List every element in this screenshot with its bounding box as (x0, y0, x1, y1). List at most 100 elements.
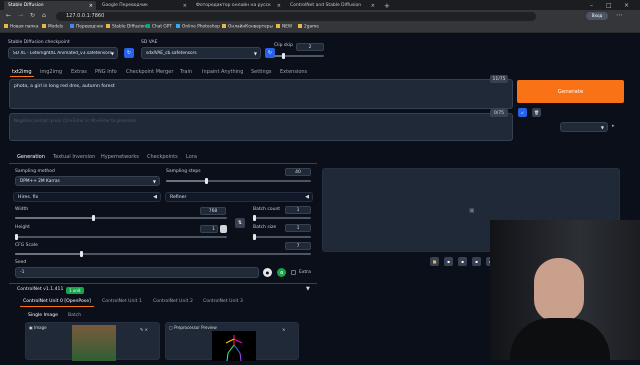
bookmark-item[interactable]: 2game (298, 24, 319, 30)
controlnet-title[interactable]: ControlNet v1.1.411 (17, 287, 63, 292)
tab-txt2img[interactable]: txt2img (12, 69, 32, 75)
tab-generation[interactable]: Generation (17, 154, 45, 160)
maximize-button[interactable]: □ (602, 1, 616, 10)
reuse-seed-button[interactable]: ♻ (277, 268, 286, 277)
close-icon[interactable]: × (183, 3, 187, 9)
forward-icon[interactable]: → (18, 12, 23, 19)
tab-extras[interactable]: Extras (71, 69, 87, 75)
bookmark-item[interactable]: Переводчик (70, 24, 103, 30)
home-icon[interactable]: ⌂ (42, 12, 46, 19)
back-icon[interactable]: ← (6, 12, 11, 19)
bookmark-item[interactable]: ОнлайнКонвертеры (222, 24, 273, 30)
batch-size-input[interactable]: 1 (285, 224, 311, 232)
styles-select[interactable]: ▼ (560, 122, 608, 132)
tab-batch[interactable]: Batch (68, 313, 81, 318)
tab-png-info[interactable]: PNG Info (95, 69, 117, 75)
tab-train[interactable]: Train (180, 69, 192, 75)
sampling-steps-input[interactable]: 40 (285, 168, 311, 176)
tab-checkpoint-merger[interactable]: Checkpoint Merger (126, 69, 173, 75)
browser-tab-photo-editor[interactable]: Фоторедактор онлайн на русск × (192, 1, 284, 10)
checkpoint-select[interactable]: SD XL - LeterlightXL Animated_v3.safeten… (8, 47, 118, 59)
slider-knob[interactable] (92, 215, 95, 221)
width-slider[interactable] (15, 215, 227, 221)
sampling-method-select[interactable]: DPM++ 2M Karras ▼ (15, 176, 160, 186)
styles-edit-icon[interactable]: ▸ (612, 123, 615, 129)
clip-skip-input[interactable]: 2 (296, 43, 324, 51)
clip-skip-slider[interactable] (274, 53, 324, 59)
prompt-textarea[interactable]: photo, a girl in long red dres, autumn f… (9, 79, 513, 109)
paste-params-button[interactable]: ↙ (518, 108, 527, 117)
bookmark-label: Новая папка (10, 24, 39, 30)
height-slider[interactable] (15, 234, 227, 240)
width-input[interactable]: 768 (200, 207, 226, 215)
slider-knob[interactable] (205, 178, 208, 184)
batch-count-slider[interactable] (253, 215, 311, 221)
bookmark-item[interactable]: Stable Diffusion (106, 24, 146, 30)
image-tool-icons[interactable]: ✎ × (140, 327, 148, 332)
tab-hypernetworks[interactable]: Hypernetworks (101, 154, 139, 160)
profile-button[interactable]: Вход (586, 12, 608, 20)
negative-prompt-textarea[interactable]: Negative prompt (press Ctrl+Enter or Alt… (9, 113, 513, 141)
browser-tab-stable-diffusion[interactable]: Stable Diffusion × (4, 1, 96, 10)
tab-extensions[interactable]: Extensions (280, 69, 307, 75)
bookmark-item[interactable]: NEW (276, 24, 292, 30)
batch-count-input[interactable]: 1 (285, 206, 311, 214)
bookmark-item[interactable]: Online Photoshop (176, 24, 220, 30)
vae-select[interactable]: sdxlVAE_cb.safetensors ▼ (141, 47, 261, 59)
bookmark-item[interactable]: Новая папка (4, 24, 38, 30)
tab-controlnet-unit-0[interactable]: ControlNet Unit 0 [OpenPose] (23, 299, 91, 304)
send-to-img2img-button[interactable]: ▪ (472, 257, 481, 266)
height-input[interactable]: 1 (200, 225, 218, 233)
hires-fix-panel[interactable]: Hires. fix ◀ (13, 192, 161, 202)
tab-settings[interactable]: Settings (251, 69, 272, 75)
tab-lora[interactable]: Lora (186, 154, 197, 160)
slider-knob[interactable] (15, 234, 18, 240)
swap-dimensions-button[interactable]: ⇅ (235, 218, 245, 228)
seed-input[interactable]: -1 (15, 267, 259, 278)
bookmark-item[interactable]: Chat GPT (146, 24, 172, 30)
bookmark-item[interactable]: Models (42, 24, 63, 30)
extra-checkbox[interactable] (291, 270, 296, 275)
slider-knob[interactable] (80, 251, 83, 257)
tab-controlnet-unit-3[interactable]: ControlNet Unit 3 (203, 299, 243, 304)
controlnet-image-panel[interactable]: ▣ Image ✎ × (25, 322, 160, 361)
random-seed-button[interactable]: ● (263, 268, 272, 277)
sampling-steps-slider[interactable] (166, 178, 311, 184)
save-button[interactable]: ▪ (444, 257, 453, 266)
trash-button[interactable]: 🗑 (532, 108, 541, 117)
open-folder-button[interactable]: ■ (430, 257, 439, 266)
browser-tab-controlnet[interactable]: ControlNet and Stable Diffusion × (286, 1, 378, 10)
browser-tab-translate[interactable]: Google Переводчик × (98, 1, 190, 10)
height-spinner[interactable] (220, 225, 227, 233)
tab-controlnet-unit-1[interactable]: ControlNet Unit 1 (102, 299, 142, 304)
generate-button[interactable]: Generate (517, 80, 624, 103)
webcam-overlay (490, 220, 640, 360)
close-window-button[interactable]: × (620, 1, 634, 10)
batch-size-slider[interactable] (253, 234, 311, 240)
tab-single-image[interactable]: Single Image (28, 313, 58, 318)
close-icon[interactable]: × (277, 3, 281, 9)
url-input[interactable]: 127.0.0.1:7860 (56, 12, 536, 21)
slider-knob[interactable] (253, 215, 256, 221)
new-tab-button[interactable]: + (380, 1, 390, 10)
minimize-button[interactable]: – (586, 1, 600, 10)
tab-controlnet-unit-2[interactable]: ControlNet Unit 2 (153, 299, 193, 304)
cfg-scale-slider[interactable] (15, 251, 311, 257)
collapse-icon[interactable]: ▼ (306, 286, 310, 292)
slider-knob[interactable] (282, 53, 285, 59)
close-icon[interactable]: × (282, 327, 285, 332)
refresh-checkpoint-button[interactable]: ↻ (124, 48, 134, 58)
slider-knob[interactable] (253, 234, 256, 240)
tab-textual-inversion[interactable]: Textual Inversion (53, 154, 95, 160)
close-icon[interactable]: × (89, 3, 93, 9)
close-icon[interactable]: × (371, 3, 375, 9)
reload-icon[interactable]: ↻ (30, 12, 35, 19)
bookmark-label: Stable Diffusion (112, 24, 146, 30)
tab-checkpoints[interactable]: Checkpoints (147, 154, 178, 160)
tab-img2img[interactable]: img2img (40, 69, 62, 75)
cfg-scale-input[interactable]: 7 (285, 242, 311, 250)
refiner-panel[interactable]: Refiner ◀ (165, 192, 313, 202)
menu-icon[interactable]: ⋯ (616, 11, 623, 19)
zip-button[interactable]: ▪ (458, 257, 467, 266)
tab-inpaint-anything[interactable]: Inpaint Anything (202, 69, 243, 75)
